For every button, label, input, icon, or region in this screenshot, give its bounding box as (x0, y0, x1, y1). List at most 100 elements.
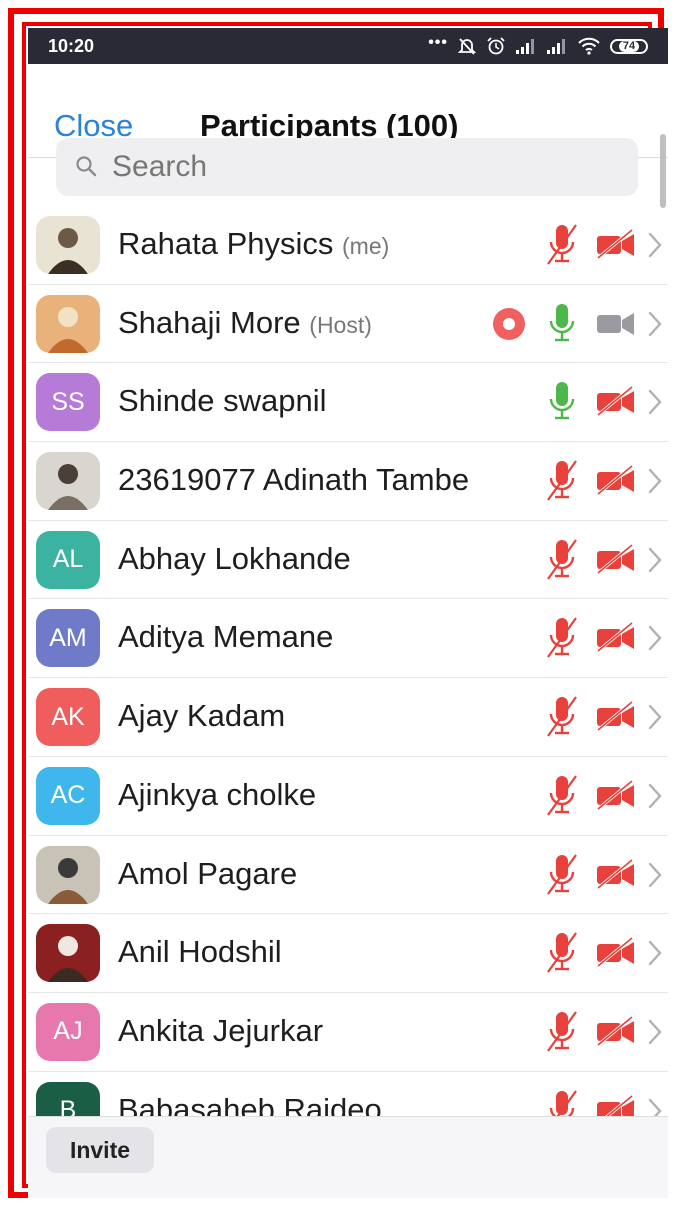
participant-name-wrap: Abhay Lokhande (118, 541, 351, 577)
status-time: 10:20 (48, 36, 95, 56)
status-bar: 10:20 ••• 74 (28, 28, 668, 64)
participant-name: Shinde swapnil (118, 383, 327, 419)
alarm-icon (487, 37, 505, 55)
participant-row[interactable]: AK Ajay Kadam (28, 678, 668, 757)
participant-name: Aditya Memane (118, 619, 334, 655)
participant-name-wrap: Rahata Physics (me) (118, 226, 389, 262)
video-off-icon[interactable] (596, 779, 636, 811)
participant-row[interactable]: AC Ajinkya cholke (28, 757, 668, 836)
recording-icon (493, 307, 525, 340)
video-off-icon[interactable] (596, 385, 636, 417)
participant-name-wrap: Anil Hodshil (118, 934, 282, 970)
chevron-right-icon[interactable] (648, 311, 662, 337)
avatar-photo (36, 294, 100, 353)
participant-name: Babasaheb Raideo (118, 1091, 382, 1116)
participant-name: Ankita Jejurkar (118, 1012, 324, 1048)
chevron-right-icon[interactable] (648, 625, 662, 651)
chevron-right-icon[interactable] (648, 940, 662, 966)
participant-name-wrap: 23619077 Adinath Tambe (118, 462, 469, 498)
avatar-initials: AM (36, 609, 100, 668)
participant-row[interactable]: SS Shinde swapnil (28, 363, 668, 443)
avatar-initials: AL (36, 530, 100, 589)
avatar-photo (36, 924, 100, 983)
avatar-photo (36, 452, 100, 511)
participant-tag: (Host) (309, 311, 372, 338)
mic-muted-icon[interactable] (544, 615, 580, 659)
chevron-right-icon[interactable] (648, 389, 662, 415)
more-dots-icon: ••• (428, 34, 448, 51)
video-off-icon[interactable] (596, 621, 636, 653)
participant-row[interactable]: Rahata Physics (me) (28, 206, 668, 285)
mic-muted-icon[interactable] (544, 773, 580, 817)
search-bar[interactable] (56, 138, 638, 196)
mic-muted-icon[interactable] (544, 1009, 580, 1053)
battery-level: 74 (618, 40, 640, 52)
mic-muted-icon[interactable] (544, 1088, 580, 1116)
participant-name-wrap: Amol Pagare (118, 856, 297, 892)
avatar-initials: AJ (36, 1002, 100, 1061)
search-icon (76, 156, 97, 177)
chevron-right-icon[interactable] (648, 547, 662, 573)
video-off-icon[interactable] (596, 228, 636, 260)
video-off-icon[interactable] (596, 700, 636, 732)
footer-bar: Invite (28, 1116, 668, 1198)
participant-name: 23619077 Adinath Tambe (118, 462, 470, 498)
participant-row[interactable]: AJ Ankita Jejurkar (28, 993, 668, 1072)
participant-name: Amol Pagare (118, 855, 298, 891)
participant-name: Shahaji More (118, 304, 301, 340)
mic-muted-icon[interactable] (544, 694, 580, 738)
wifi-icon (578, 37, 600, 55)
scrollbar[interactable] (660, 134, 666, 208)
participant-row[interactable]: AM Aditya Memane (28, 599, 668, 679)
video-off-icon[interactable] (596, 936, 636, 968)
participant-name-wrap: Shahaji More (Host) (118, 305, 372, 341)
participant-row[interactable]: B Babasaheb Raideo (28, 1072, 668, 1116)
video-off-icon[interactable] (596, 1094, 636, 1116)
participant-row[interactable]: 23619077 Adinath Tambe (28, 442, 668, 521)
avatar-initials: AC (36, 766, 100, 825)
avatar-initials: B (36, 1081, 100, 1116)
video-off-icon[interactable] (596, 543, 636, 575)
mic-muted-icon[interactable] (544, 222, 580, 266)
signal-icon (516, 39, 534, 54)
participant-name: Abhay Lokhande (118, 540, 351, 576)
invite-button[interactable]: Invite (46, 1127, 154, 1173)
participant-name-wrap: Ankita Jejurkar (118, 1013, 323, 1049)
video-off-icon[interactable] (596, 464, 636, 496)
avatar-photo (36, 845, 100, 904)
search-input[interactable] (112, 138, 612, 196)
participant-name-wrap: Ajinkya cholke (118, 777, 316, 813)
participant-row[interactable]: AL Abhay Lokhande (28, 521, 668, 600)
chevron-right-icon[interactable] (648, 232, 662, 258)
video-off-icon[interactable] (596, 1015, 636, 1047)
chevron-right-icon[interactable] (648, 862, 662, 888)
chevron-right-icon[interactable] (648, 1098, 662, 1116)
mic-muted-icon[interactable] (544, 537, 580, 581)
mic-muted-icon[interactable] (544, 930, 580, 974)
chevron-right-icon[interactable] (648, 468, 662, 494)
participant-name-wrap: Babasaheb Raideo (118, 1092, 382, 1116)
mic-muted-icon[interactable] (544, 852, 580, 896)
participant-name-wrap: Ajay Kadam (118, 698, 285, 734)
chevron-right-icon[interactable] (648, 1019, 662, 1045)
battery-icon: 74 (610, 38, 648, 54)
participant-row[interactable]: Amol Pagare (28, 836, 668, 915)
chevron-right-icon[interactable] (648, 783, 662, 809)
mic-muted-icon[interactable] (544, 458, 580, 502)
avatar-initials: AK (36, 688, 100, 747)
chevron-right-icon[interactable] (648, 704, 662, 730)
phone-screen: 10:20 ••• 74 Close Participants (100) Se… (28, 28, 668, 1198)
video-icon[interactable] (596, 307, 636, 339)
participant-name-wrap: Shinde swapnil (118, 383, 327, 419)
participant-list: Rahata Physics (me) Shahaji More (Host) … (28, 206, 668, 1116)
participant-tag: (me) (342, 233, 390, 259)
participant-name: Ajinkya cholke (118, 776, 317, 812)
signal-icon-2 (547, 39, 565, 54)
participant-name: Ajay Kadam (118, 698, 286, 734)
video-off-icon[interactable] (596, 858, 636, 890)
mic-on-icon[interactable] (544, 379, 580, 423)
status-icons: ••• 74 (428, 33, 648, 59)
participant-row[interactable]: Shahaji More (Host) (28, 285, 668, 364)
mic-on-icon[interactable] (544, 301, 580, 345)
participant-row[interactable]: Anil Hodshil (28, 914, 668, 993)
